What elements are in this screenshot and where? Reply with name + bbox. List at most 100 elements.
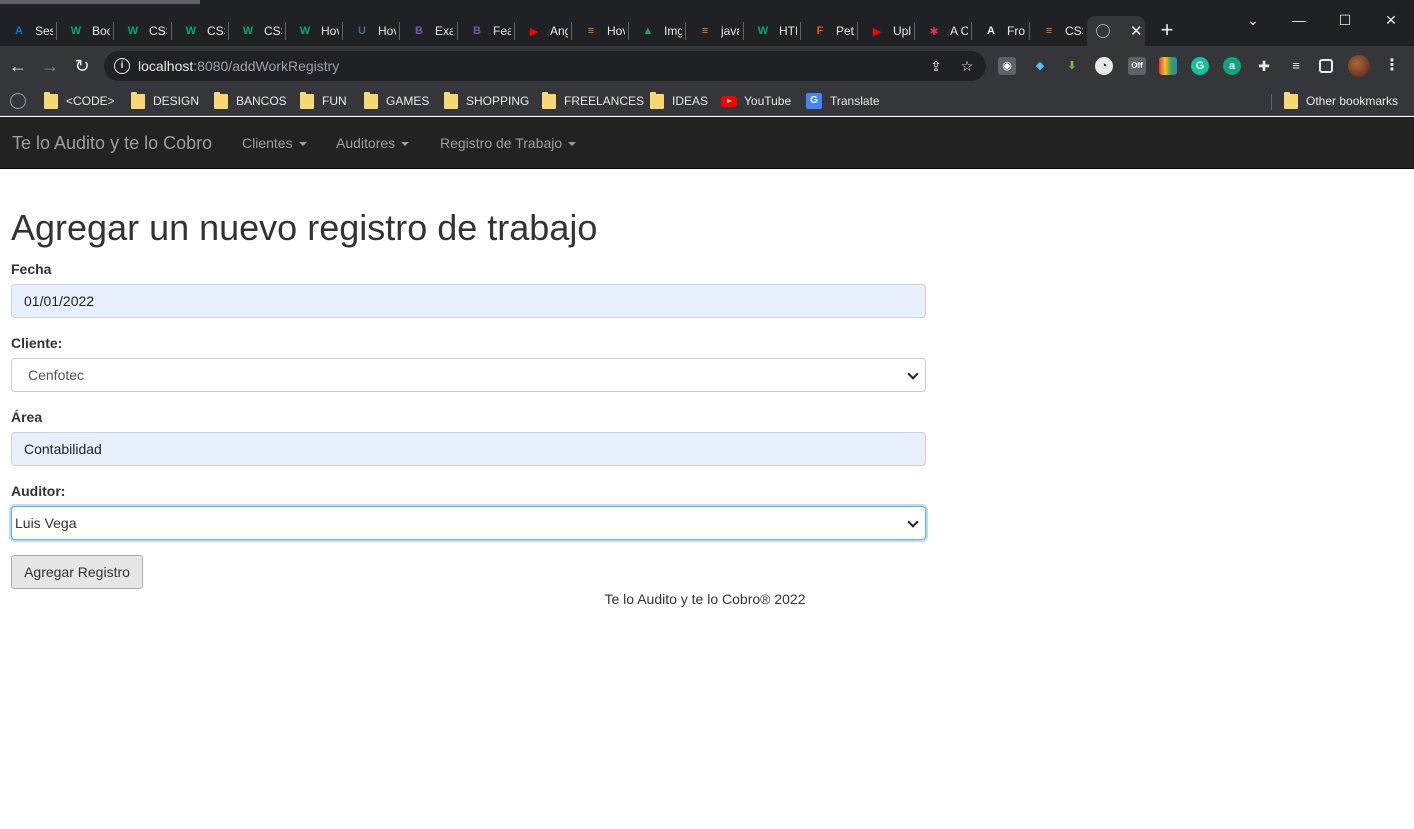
browser-tab[interactable]: W CSS — [229, 16, 285, 46]
browser-tab[interactable]: A Fro — [972, 16, 1028, 46]
browser-tab[interactable]: U Hov — [343, 16, 399, 46]
tab-separator — [800, 22, 801, 40]
other-bookmarks[interactable]: Other bookmarks — [1284, 91, 1398, 110]
tab-search-icon[interactable]: ⌄ — [1238, 8, 1268, 32]
navbar-brand[interactable]: Te lo Audito y te lo Cobro — [12, 133, 212, 154]
browser-tab[interactable]: ▶ Ang — [515, 16, 571, 46]
bookmark-label: DESIGN — [153, 94, 200, 108]
close-tab-icon[interactable]: ✕ — [1130, 22, 1143, 40]
app-navbar: Te lo Audito y te lo Cobro Clientes Audi… — [0, 117, 1414, 169]
tab-title: Hov — [607, 24, 625, 38]
camera-extension-icon[interactable]: ◉ — [998, 57, 1016, 75]
bookmarks-bar: <CODE> DESIGN BANCOS FUN GAMES SHOPPING FREELA… — [0, 86, 1414, 116]
youtube-icon — [721, 95, 737, 107]
tab-separator — [514, 22, 515, 40]
caret-down-icon — [401, 142, 410, 147]
browser-tab[interactable]: ✱ A C — [915, 16, 971, 46]
browser-toolbar: ← → ↻ i localhost:8080/addWorkRegistry ⇪… — [0, 46, 1414, 86]
cliente-select[interactable]: Cenfotec — [11, 358, 926, 392]
colors-extension-icon[interactable] — [1159, 57, 1177, 75]
address-bar[interactable]: i localhost:8080/addWorkRegistry ⇪ ☆ — [104, 51, 986, 81]
browser-tab[interactable]: ≡ Hov — [572, 16, 628, 46]
maximize-button[interactable]: ☐ — [1330, 8, 1360, 32]
browser-tab[interactable]: ≡ java — [686, 16, 742, 46]
bookmark-item[interactable]: DESIGN — [131, 91, 200, 110]
browser-tab[interactable]: W HTM — [744, 16, 800, 46]
tab-separator — [285, 22, 286, 40]
browser-tab[interactable]: A Ses — [0, 16, 56, 46]
browser-tab[interactable]: F Pet — [801, 16, 857, 46]
tab-separator — [685, 22, 686, 40]
nav-auditores-dropdown[interactable]: Auditores — [336, 135, 410, 151]
tab-title: Hov — [378, 24, 396, 38]
browser-tab[interactable]: ▶ Upl — [858, 16, 914, 46]
browser-tab[interactable]: W Hov — [286, 16, 342, 46]
browser-tab[interactable]: B Fea — [458, 16, 514, 46]
bookmark-star-icon[interactable]: ☆ — [958, 57, 976, 75]
download-extension-icon[interactable]: ⬇ — [1063, 57, 1081, 75]
browser-tab[interactable]: W Boo — [57, 16, 113, 46]
bookmark-item[interactable]: <CODE> — [44, 91, 115, 110]
profile-avatar[interactable] — [1348, 55, 1370, 77]
globe-bookmark-icon[interactable] — [10, 93, 26, 109]
minimize-button[interactable]: — — [1284, 8, 1314, 32]
tab-separator — [571, 22, 572, 40]
bookmarks-separator — [1271, 94, 1272, 110]
share-icon[interactable]: ⇪ — [927, 57, 945, 75]
media-queue-icon[interactable]: ≡ — [1287, 57, 1305, 75]
bookmark-item[interactable]: FREELANCES — [542, 91, 644, 110]
bookmark-label: BANCOS — [236, 94, 287, 108]
chevron-down-icon — [907, 516, 919, 528]
bookmark-item[interactable]: YouTube — [721, 92, 791, 110]
folder-icon — [131, 91, 145, 109]
side-panel-icon[interactable] — [1319, 59, 1333, 73]
figma-icon: F — [816, 25, 824, 37]
browser-tab[interactable]: ▲ Img — [629, 16, 685, 46]
agregar-registro-button[interactable]: Agregar Registro — [11, 555, 143, 589]
a-extension-icon[interactable]: a — [1223, 57, 1241, 75]
page-footer: Te lo Audito y te lo Cobro® 2022 — [604, 591, 806, 607]
tab-title: Pet — [836, 24, 854, 38]
url-text[interactable]: localhost:8080/addWorkRegistry — [138, 58, 339, 74]
nav-auditores-label: Auditores — [336, 135, 396, 151]
back-button[interactable]: ← — [6, 54, 30, 78]
url-path: :8080/addWorkRegistry — [193, 58, 340, 74]
area-input[interactable]: Contabilidad — [11, 432, 926, 466]
grammarly-icon[interactable]: G — [1191, 57, 1209, 75]
forward-button[interactable]: → — [38, 54, 62, 78]
tab-separator — [457, 22, 458, 40]
browser-tab[interactable]: W CSS — [114, 16, 170, 46]
bookmark-item[interactable]: FUN — [300, 91, 347, 110]
browser-tab[interactable]: W CSS — [172, 16, 228, 46]
caret-down-icon — [568, 142, 577, 147]
tab-title: CSS — [264, 24, 282, 38]
tab-separator — [1029, 22, 1030, 40]
bookmark-item[interactable]: G Translate — [806, 92, 880, 110]
diamond-extension-icon[interactable]: ◆ — [1031, 57, 1049, 75]
reload-button[interactable]: ↻ — [70, 54, 94, 78]
tab-separator — [228, 22, 229, 40]
fecha-input[interactable]: 01/01/2022 — [11, 284, 926, 318]
browser-tab[interactable]: B Exa — [400, 16, 456, 46]
bookmark-item[interactable]: GAMES — [364, 91, 429, 110]
tab-title: java — [721, 24, 739, 38]
off-extension-icon[interactable]: Off — [1128, 57, 1146, 75]
new-tab-button[interactable]: + — [1156, 19, 1178, 42]
bookmark-item[interactable]: IDEAS — [650, 91, 709, 110]
bookmark-label: IDEAS — [672, 94, 709, 108]
extensions-puzzle-icon[interactable]: ✚ — [1255, 57, 1273, 75]
nav-registro-dropdown[interactable]: Registro de Trabajo — [440, 135, 577, 151]
browser-menu-icon[interactable]: ⋮ — [1384, 55, 1400, 77]
site-info-icon[interactable]: i — [114, 58, 130, 74]
bookmark-label: Translate — [830, 94, 880, 108]
chevron-down-icon — [907, 368, 919, 380]
bookmark-item[interactable]: BANCOS — [214, 91, 287, 110]
auditor-select[interactable]: Luis Vega — [11, 506, 926, 540]
speed-extension-icon[interactable]: ◔ — [1095, 57, 1113, 75]
browser-tab[interactable]: ≡ CSS — [1030, 16, 1086, 46]
nav-clientes-dropdown[interactable]: Clientes — [242, 135, 307, 151]
tab-title: CSS — [1065, 24, 1083, 38]
active-tab[interactable]: ✕ — [1087, 16, 1145, 46]
close-window-button[interactable]: ✕ — [1376, 8, 1406, 32]
bookmark-item[interactable]: SHOPPING — [444, 91, 529, 110]
